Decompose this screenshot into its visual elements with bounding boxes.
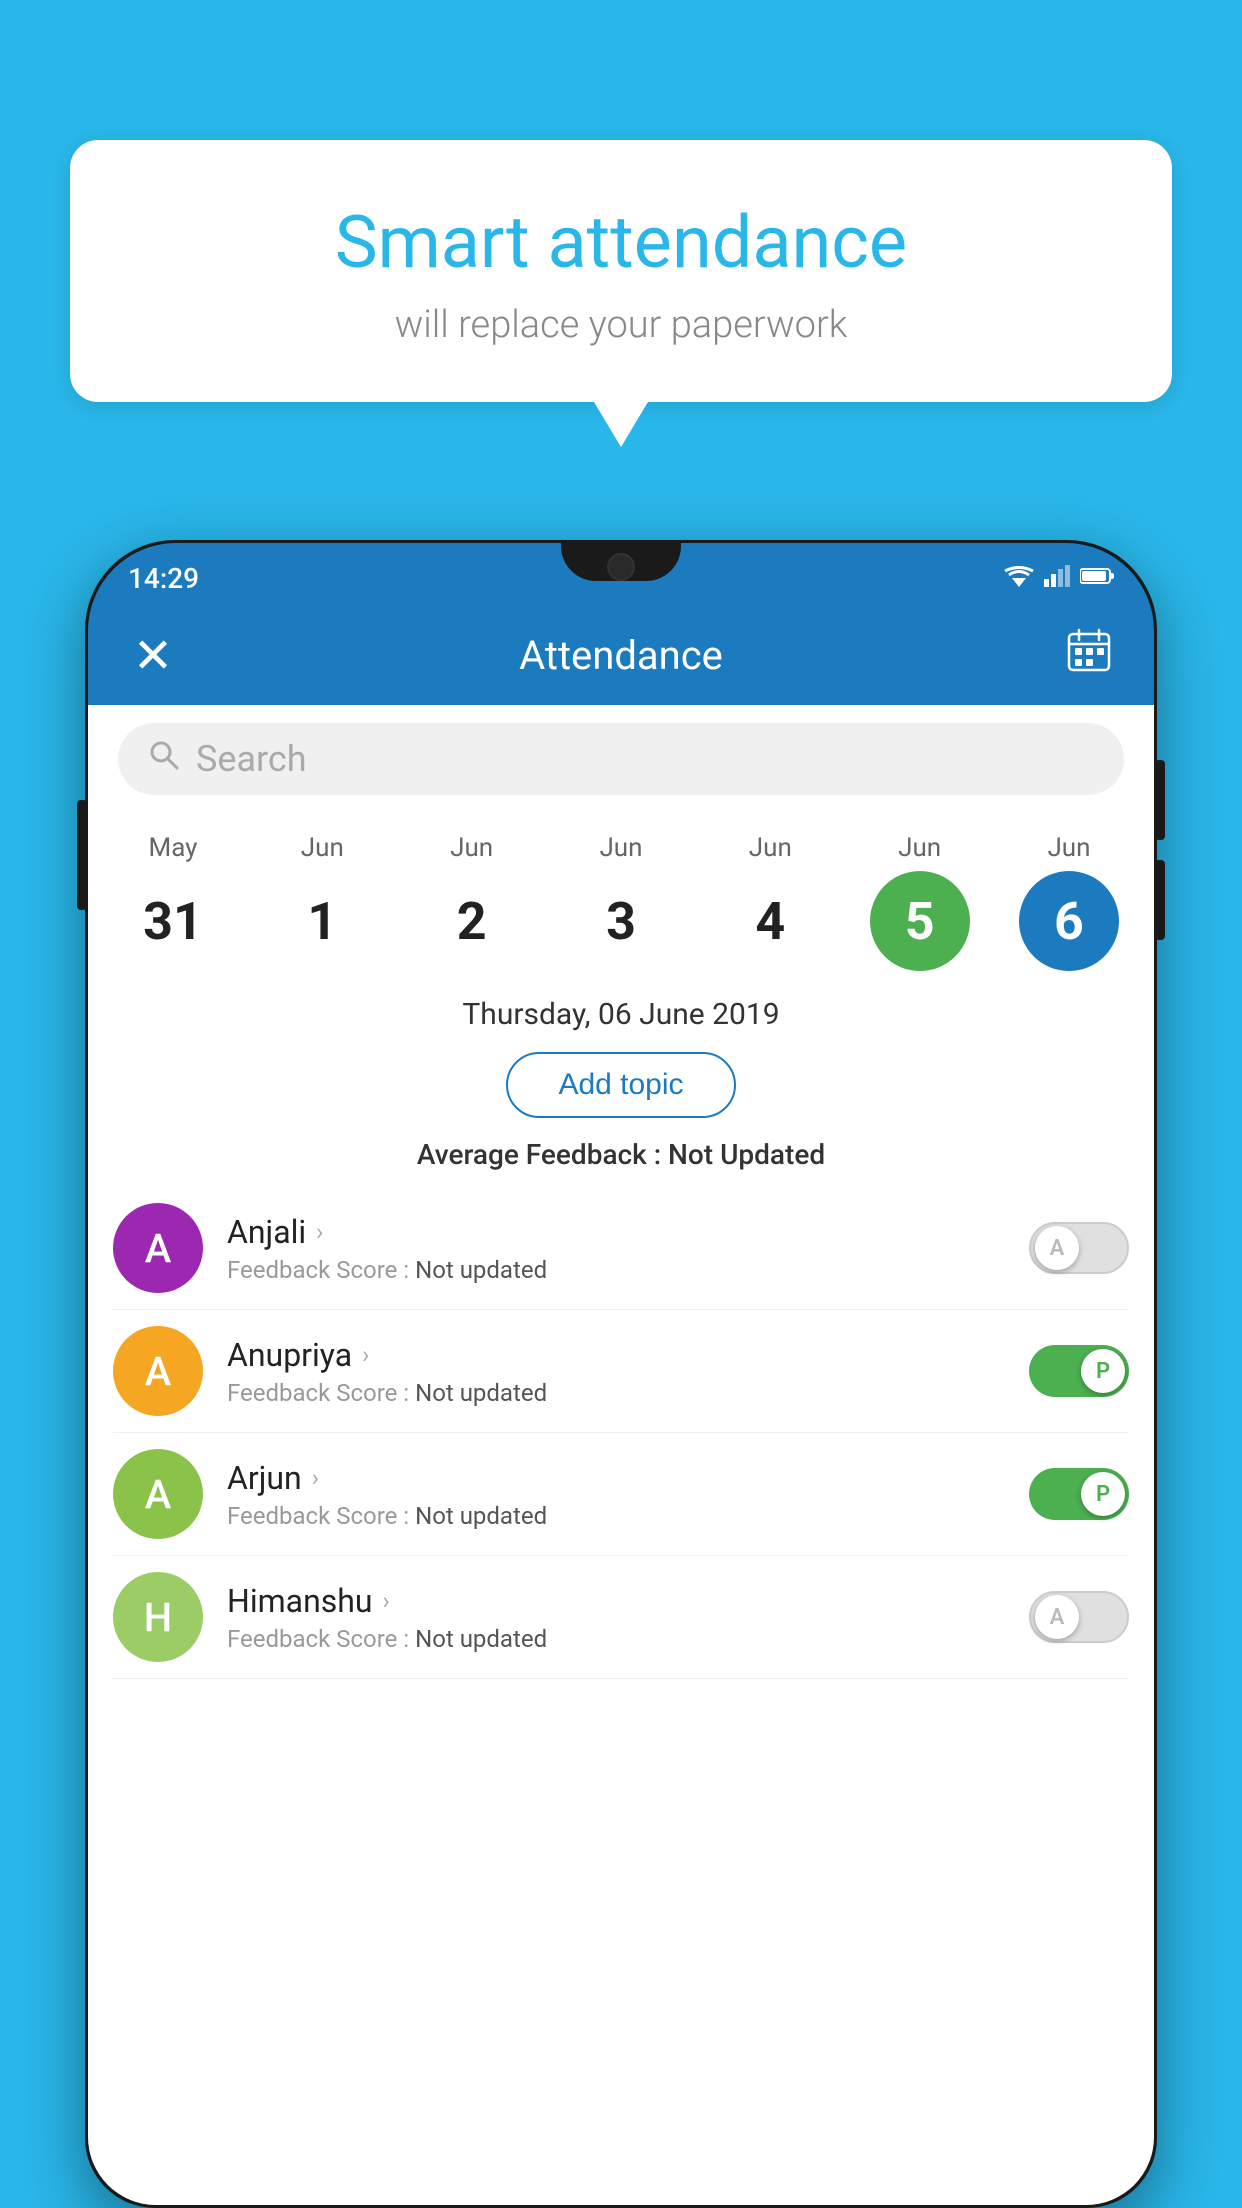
date-day-number: 1 — [272, 871, 372, 971]
date-month-label: Jun — [898, 833, 941, 863]
student-info: Arjun › Feedback Score : Not updated — [227, 1459, 1019, 1530]
search-placeholder: Search — [196, 738, 307, 780]
speech-bubble-container: Smart attendance will replace your paper… — [70, 140, 1172, 402]
student-name: Arjun › — [227, 1459, 1019, 1497]
feedback-info: Average Feedback : Not Updated — [88, 1128, 1154, 1187]
toggle-knob: P — [1081, 1472, 1125, 1516]
student-name: Anupriya › — [227, 1336, 1019, 1374]
attendance-toggle[interactable]: P — [1029, 1468, 1129, 1520]
date-month-label: Jun — [749, 833, 792, 863]
student-list: AAnjali ›Feedback Score : Not updatedAAA… — [88, 1187, 1154, 1679]
phone-notch — [561, 543, 681, 581]
search-icon — [148, 739, 180, 779]
chevron-icon: › — [383, 1587, 390, 1615]
feedback-label: Average Feedback : — [417, 1138, 661, 1171]
status-time: 14:29 — [128, 562, 199, 595]
chevron-icon: › — [316, 1218, 323, 1246]
student-item[interactable]: H Himanshu › Feedback Score : Not updated A — [113, 1556, 1129, 1679]
student-item[interactable]: A Arjun › Feedback Score : Not updated P — [113, 1433, 1129, 1556]
chevron-icon: › — [312, 1464, 319, 1492]
status-icons — [1004, 565, 1114, 591]
calendar-date-item[interactable]: Jun 1 — [257, 833, 387, 971]
toggle-knob: A — [1035, 1226, 1079, 1270]
student-feedback: Feedback Score : Not updated — [227, 1256, 1019, 1284]
date-day-number: 6 — [1019, 871, 1119, 971]
calendar-date-item[interactable]: Jun 4 — [705, 833, 835, 971]
student-avatar: A — [113, 1203, 203, 1293]
header-title: Attendance — [183, 632, 1059, 679]
calendar-date-item[interactable]: Jun 2 — [407, 833, 537, 971]
student-feedback: Feedback Score : Not updated — [227, 1502, 1019, 1530]
calendar-date-item[interactable]: May 31 — [108, 833, 238, 971]
date-month-label: Jun — [450, 833, 493, 863]
student-avatar: H — [113, 1572, 203, 1662]
calendar-date-item[interactable]: Jun 5 — [855, 833, 985, 971]
date-month-label: May — [149, 833, 198, 863]
feedback-value: Not Updated — [668, 1138, 825, 1171]
calendar-button[interactable] — [1059, 628, 1119, 682]
power-button — [77, 800, 87, 910]
student-item[interactable]: A Anupriya › Feedback Score : Not updated P — [113, 1310, 1129, 1433]
toggle-container[interactable]: A — [1029, 1222, 1129, 1274]
date-day-number: 2 — [422, 871, 522, 971]
volume-up-button — [1155, 760, 1165, 840]
toggle-knob: P — [1081, 1349, 1125, 1393]
student-item[interactable]: A Anjali › Feedback Score : Not updated A — [113, 1187, 1129, 1310]
chevron-icon: › — [362, 1341, 369, 1369]
student-avatar: A — [113, 1326, 203, 1416]
bubble-subtitle: will replace your paperwork — [120, 303, 1122, 347]
date-day-number: 5 — [870, 871, 970, 971]
phone-frame: 14:29 — [85, 540, 1157, 2208]
search-container: Search — [88, 705, 1154, 813]
attendance-toggle[interactable]: A — [1029, 1222, 1129, 1274]
phone-screen-inner: 14:29 — [88, 543, 1154, 2205]
close-button[interactable]: ✕ — [123, 627, 183, 684]
toggle-container[interactable]: P — [1029, 1468, 1129, 1520]
calendar-date-item[interactable]: Jun 6 — [1004, 833, 1134, 971]
front-camera — [607, 553, 635, 581]
attendance-toggle[interactable]: P — [1029, 1345, 1129, 1397]
volume-down-button — [1155, 860, 1165, 940]
battery-icon — [1080, 567, 1114, 589]
student-avatar: A — [113, 1449, 203, 1539]
date-day-number: 31 — [123, 871, 223, 971]
signal-icon — [1044, 565, 1070, 591]
student-info: Anupriya › Feedback Score : Not updated — [227, 1336, 1019, 1407]
student-feedback: Feedback Score : Not updated — [227, 1379, 1019, 1407]
date-month-label: Jun — [599, 833, 642, 863]
student-feedback: Feedback Score : Not updated — [227, 1625, 1019, 1653]
calendar-row: May 31 Jun 1 Jun 2 Jun 3 Jun 4 Jun 5 Jun 6 — [88, 813, 1154, 981]
date-month-label: Jun — [301, 833, 344, 863]
attendance-toggle[interactable]: A — [1029, 1591, 1129, 1643]
student-name: Himanshu › — [227, 1582, 1019, 1620]
search-bar[interactable]: Search — [118, 723, 1124, 795]
speech-bubble: Smart attendance will replace your paper… — [70, 140, 1172, 402]
add-topic-button[interactable]: Add topic — [506, 1052, 735, 1118]
student-info: Himanshu › Feedback Score : Not updated — [227, 1582, 1019, 1653]
toggle-container[interactable]: P — [1029, 1345, 1129, 1397]
date-month-label: Jun — [1047, 833, 1090, 863]
wifi-icon — [1004, 565, 1034, 591]
toggle-container[interactable]: A — [1029, 1591, 1129, 1643]
date-day-number: 4 — [720, 871, 820, 971]
toggle-knob: A — [1035, 1595, 1079, 1639]
date-day-number: 3 — [571, 871, 671, 971]
phone-screen: Search May 31 Jun 1 Jun 2 Jun 3 Jun 4 Jun 5 Jun 6 Thu… — [88, 705, 1154, 2205]
calendar-date-item[interactable]: Jun 3 — [556, 833, 686, 971]
selected-date-label: Thursday, 06 June 2019 — [88, 981, 1154, 1042]
student-info: Anjali › Feedback Score : Not updated — [227, 1213, 1019, 1284]
app-header: ✕ Attendance — [88, 605, 1154, 705]
student-name: Anjali › — [227, 1213, 1019, 1251]
bubble-title: Smart attendance — [120, 200, 1122, 285]
